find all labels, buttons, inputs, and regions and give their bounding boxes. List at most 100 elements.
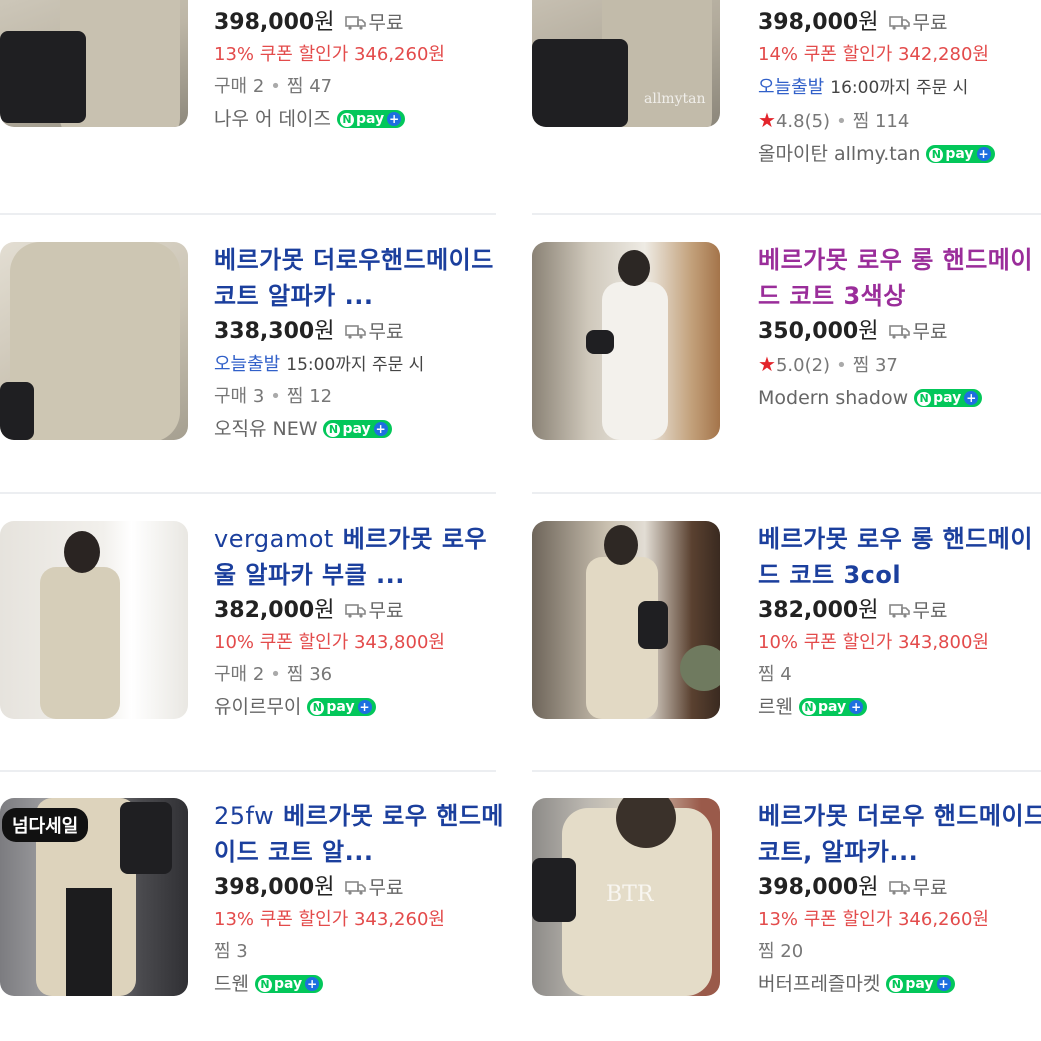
- store-name[interactable]: 르웬: [758, 696, 793, 718]
- price: 338,300: [214, 319, 315, 344]
- naver-n-icon: N: [889, 978, 904, 992]
- product-thumbnail[interactable]: [532, 242, 720, 440]
- price: 382,000: [758, 598, 859, 623]
- product-thumbnail[interactable]: 넘다세일: [0, 798, 188, 996]
- truck-icon: [888, 881, 910, 895]
- person-head: [618, 250, 650, 286]
- product-title[interactable]: 베르가못 로우 롱 핸드메이드 코트 3col: [758, 521, 1041, 593]
- price: 398,000: [758, 875, 859, 900]
- currency: 원: [314, 598, 335, 623]
- coupon-price: 10% 쿠폰 할인가 343,800원: [214, 632, 445, 653]
- like-count: 찜 4: [758, 664, 792, 685]
- like-count: 찜 114: [852, 111, 910, 132]
- separator-dot: •: [836, 355, 847, 376]
- npay-label: pay: [817, 699, 847, 715]
- store-name[interactable]: Modern shadow: [758, 387, 908, 409]
- purchase-count: 구매 2: [214, 76, 265, 97]
- like-count: 찜 37: [852, 355, 898, 376]
- coupon-price: 10% 쿠폰 할인가 343,800원: [758, 632, 989, 653]
- store-name[interactable]: 유이르무이: [214, 696, 301, 718]
- product-card[interactable]: vergamot 베르가못 로우 울 알파카 부클 ... 382,000원 무…: [0, 521, 500, 761]
- title-keyword: vergamot: [214, 525, 334, 553]
- like-count: 찜 20: [758, 941, 804, 962]
- product-title[interactable]: 베르가못 더로우 핸드메이드 코트, 알파카...: [758, 798, 1041, 870]
- row-divider: [0, 492, 496, 494]
- store-name[interactable]: 드웬: [214, 973, 249, 995]
- row-divider: [0, 213, 496, 215]
- product-thumbnail[interactable]: [0, 521, 188, 719]
- product-stats: 구매 2 • 찜 36: [214, 659, 504, 691]
- product-stats: 구매 2 • 찜 47: [214, 71, 504, 103]
- shipping-info: 무료: [344, 600, 403, 622]
- truck-icon: [888, 604, 910, 618]
- truck-icon: [344, 881, 366, 895]
- handbag-image: [532, 39, 628, 127]
- plus-icon: +: [849, 700, 864, 714]
- product-stats: 구매 3 • 찜 12: [214, 381, 504, 413]
- shipping-info: 무료: [888, 12, 947, 34]
- truck-icon: [888, 325, 910, 339]
- product-card[interactable]: 베르가못 로우 롱 핸드메이드 코트 3색상 350,000원 무료 ★5.0(…: [532, 242, 1032, 482]
- product-title[interactable]: 베르가못 로우 롱 핸드메이드 코트 3색상: [758, 242, 1041, 314]
- handbag-image: [0, 382, 34, 440]
- store-name[interactable]: 나우 어 데이즈: [214, 108, 331, 130]
- product-thumbnail[interactable]: [0, 242, 188, 440]
- product-title[interactable]: 25fw 베르가못 로우 핸드메이드 코트 알...: [214, 798, 504, 870]
- product-card[interactable]: 398,000원 무료 13% 쿠폰 할인가 346,260원 구매 2 • 찜 4…: [0, 0, 500, 169]
- skirt-image: [66, 888, 112, 996]
- store-name[interactable]: 오직유 NEW: [214, 418, 317, 440]
- person-head: [604, 525, 638, 565]
- title-text: 베르가못 더로우 핸드메이드 코트, 알파카...: [758, 802, 1041, 866]
- npay-badge: Npay +: [323, 420, 392, 438]
- like-count: 찜 12: [286, 386, 333, 407]
- plus-icon: +: [373, 422, 388, 436]
- truck-icon: [344, 325, 366, 339]
- row-divider: [532, 770, 1041, 772]
- coupon-price: 13% 쿠폰 할인가 343,260원: [214, 909, 445, 930]
- shipping-label: 무료: [912, 600, 948, 622]
- store-name[interactable]: 올마이탄 allmy.tan: [758, 143, 920, 165]
- person-head: [64, 531, 100, 573]
- currency: 원: [314, 875, 335, 900]
- plus-icon: +: [976, 147, 991, 161]
- product-thumbnail[interactable]: [532, 521, 720, 719]
- separator-dot: •: [836, 111, 847, 132]
- npay-label: pay: [355, 111, 385, 127]
- shipping-info: 무료: [888, 877, 947, 899]
- currency: 원: [858, 10, 879, 35]
- npay-badge: Npay +: [914, 389, 983, 407]
- npay-label: pay: [905, 976, 934, 992]
- plus-icon: +: [936, 977, 951, 991]
- plus-icon: +: [387, 112, 402, 126]
- coupon-price: 13% 쿠폰 할인가 346,260원: [758, 909, 989, 930]
- product-thumbnail[interactable]: BTR: [532, 798, 720, 996]
- image-watermark: BTR: [606, 882, 654, 907]
- product-thumbnail[interactable]: allmytan: [532, 0, 720, 127]
- purchase-count: 구매 2: [214, 664, 265, 685]
- price: 398,000: [214, 10, 315, 35]
- product-card[interactable]: 넘다세일 25fw 베르가못 로우 핸드메이드 코트 알... 398,000원…: [0, 798, 504, 1038]
- shipping-info: 무료: [344, 321, 403, 343]
- store-name[interactable]: 버터프레즐마켓: [758, 973, 880, 995]
- currency: 원: [858, 319, 879, 344]
- sale-badge: 넘다세일: [2, 808, 89, 842]
- fast-delivery-label: 오늘출발: [758, 77, 825, 98]
- product-title[interactable]: 베르가못 더로우핸드메이드 코트 알파카 ...: [214, 242, 504, 314]
- product-stats: ★5.0(2) • 찜 37: [758, 348, 1041, 382]
- title-text: 베르가못 로우 롱 핸드메이드 코트 3색상: [758, 246, 1033, 310]
- product-card[interactable]: allmytan 398,000원 무료 14% 쿠폰 할인가 342,280원…: [532, 0, 1032, 169]
- naver-n-icon: N: [339, 113, 354, 127]
- product-card[interactable]: BTR 베르가못 더로우 핸드메이드 코트, 알파카... 398,000원 무…: [532, 798, 1041, 1038]
- npay-label: pay: [342, 421, 371, 437]
- product-title[interactable]: vergamot 베르가못 로우 울 알파카 부클 ...: [214, 521, 504, 593]
- product-card[interactable]: 베르가못 더로우핸드메이드 코트 알파카 ... 338,300원 무료 오늘출…: [0, 242, 500, 482]
- shipping-info: 무료: [344, 12, 403, 34]
- naver-n-icon: N: [310, 701, 325, 715]
- coat-figure: [10, 242, 180, 440]
- price: 382,000: [214, 598, 315, 623]
- product-thumbnail[interactable]: [0, 0, 188, 127]
- product-card[interactable]: 베르가못 로우 롱 핸드메이드 코트 3col 382,000원 무료 10% …: [532, 521, 1032, 761]
- fast-delivery-detail: 16:00까지 주문 시: [830, 78, 969, 98]
- naver-n-icon: N: [326, 423, 341, 437]
- fast-delivery-detail: 15:00까지 주문 시: [286, 355, 425, 375]
